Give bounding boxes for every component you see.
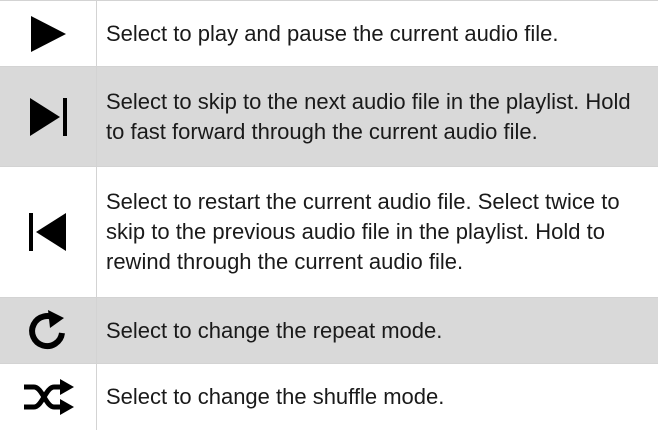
play-pause-icon xyxy=(31,15,66,52)
skip-next-icon xyxy=(30,97,67,136)
row-description: Select to play and pause the current aud… xyxy=(106,20,559,46)
row-description: Select to change the repeat mode. xyxy=(106,317,443,343)
icon-cell xyxy=(0,0,97,67)
icon-cell xyxy=(0,166,97,298)
description-cell: Select to change the repeat mode. xyxy=(97,298,658,364)
icon-cell xyxy=(0,363,97,430)
description-cell: Select to change the shuffle mode. xyxy=(97,364,658,430)
repeat-icon xyxy=(29,309,65,349)
table-row-next: Select to skip to the next audio file in… xyxy=(0,66,658,167)
skip-previous-icon xyxy=(29,213,66,251)
description-cell: Select to play and pause the current aud… xyxy=(97,1,658,67)
table-row-previous: Select to restart the current audio file… xyxy=(0,166,658,298)
row-description: Select to restart the current audio file… xyxy=(106,189,620,274)
description-cell: Select to skip to the next audio file in… xyxy=(97,67,658,167)
table-row-play: Select to play and pause the current aud… xyxy=(0,0,658,67)
shuffle-icon xyxy=(24,378,74,415)
icon-cell xyxy=(0,297,97,364)
table-row-shuffle: Select to change the shuffle mode. xyxy=(0,363,658,430)
table-row-repeat: Select to change the repeat mode. xyxy=(0,297,658,364)
audio-controls-table: Select to play and pause the current aud… xyxy=(0,0,658,430)
row-description: Select to skip to the next audio file in… xyxy=(106,88,631,144)
row-description: Select to change the shuffle mode. xyxy=(106,383,445,409)
icon-cell xyxy=(0,66,97,167)
description-cell: Select to restart the current audio file… xyxy=(97,167,658,298)
